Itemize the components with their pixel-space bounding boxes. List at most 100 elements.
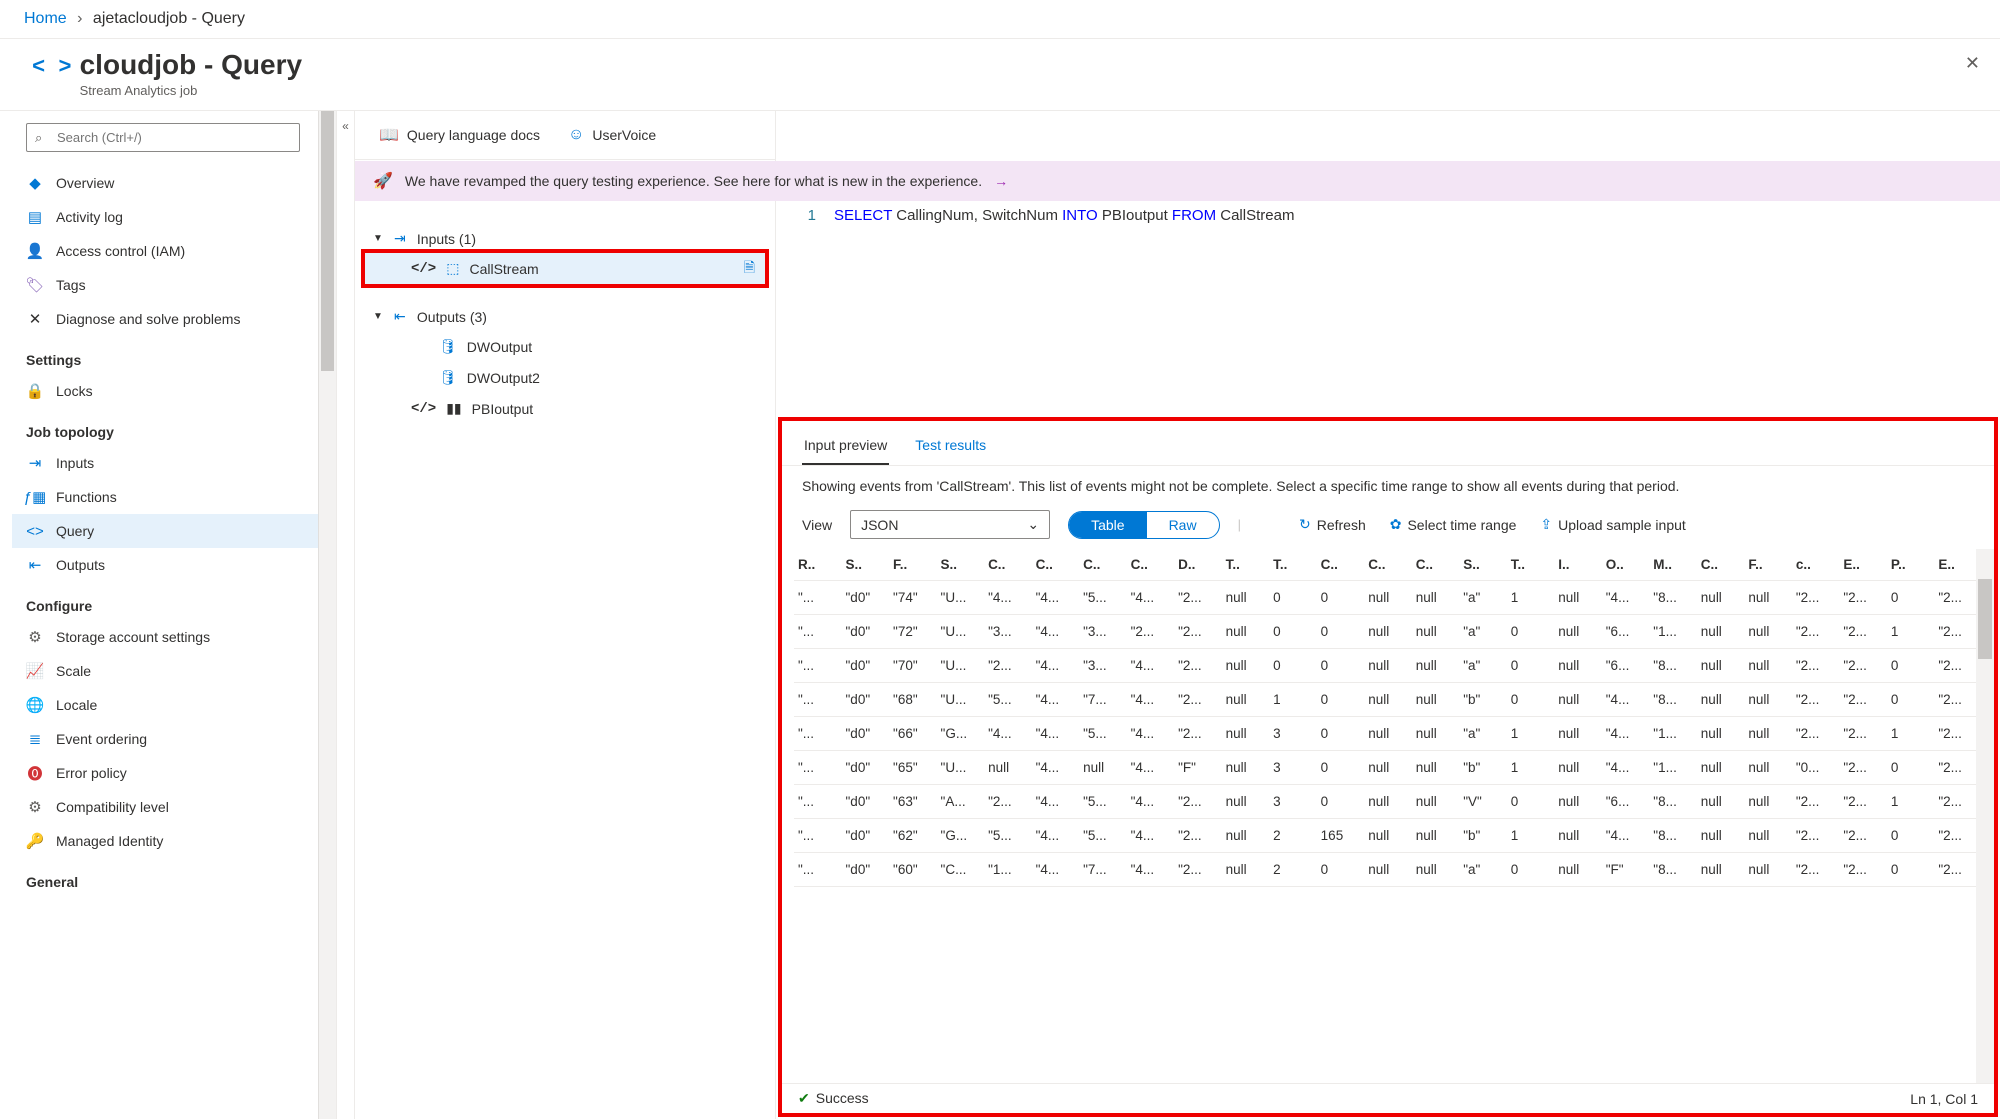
table-header-cell[interactable]: T..	[1507, 549, 1555, 581]
table-cell: "F"	[1602, 853, 1650, 887]
tree-output-dwoutput[interactable]: 🛢DWOutput	[365, 331, 765, 362]
table-header-cell[interactable]: D..	[1174, 549, 1222, 581]
table-header-cell[interactable]: M..	[1649, 549, 1697, 581]
table-header-cell[interactable]: C..	[1697, 549, 1745, 581]
tab-input-preview[interactable]: Input preview	[802, 431, 889, 465]
refresh-button[interactable]: ↻Refresh	[1299, 516, 1366, 533]
table-header-cell[interactable]: C..	[1079, 549, 1127, 581]
table-scrollbar[interactable]	[1976, 549, 1994, 1083]
query-docs-button[interactable]: 📖Query language docs	[379, 125, 540, 145]
table-cell: "2...	[1839, 785, 1887, 819]
table-cell: "6...	[1602, 649, 1650, 683]
table-cell: "a"	[1459, 717, 1507, 751]
table-header-cell[interactable]: P..	[1887, 549, 1935, 581]
table-row[interactable]: "..."d0""72""U..."3..."4..."3..."2..."2.…	[794, 615, 1982, 649]
table-header-cell[interactable]: T..	[1269, 549, 1317, 581]
table-header-cell[interactable]: E..	[1934, 549, 1982, 581]
tree-outputs-group[interactable]: ▼⇤Outputs (3)	[365, 302, 765, 331]
scrollbar-thumb[interactable]	[321, 111, 334, 371]
table-header-cell[interactable]: C..	[1364, 549, 1412, 581]
search-input[interactable]	[26, 123, 300, 152]
table-row[interactable]: "..."d0""70""U..."2..."4..."3..."4..."2.…	[794, 649, 1982, 683]
nav-scale[interactable]: 📈Scale	[12, 654, 318, 688]
table-header-cell[interactable]: I..	[1554, 549, 1602, 581]
table-cell: "d0"	[842, 615, 890, 649]
table-header-cell[interactable]: S..	[1459, 549, 1507, 581]
nav-functions[interactable]: ƒ▦Functions	[12, 480, 318, 514]
nav-scrollbar[interactable]	[318, 111, 336, 1119]
tree-output-pbioutput[interactable]: </>▮▮PBIoutput	[365, 393, 765, 424]
table-row[interactable]: "..."d0""66""G..."4..."4..."5..."4..."2.…	[794, 717, 1982, 751]
table-cell: "3...	[1079, 649, 1127, 683]
segment-table[interactable]: Table	[1069, 512, 1146, 538]
table-header-cell[interactable]: R..	[794, 549, 842, 581]
table-cell: "...	[794, 751, 842, 785]
nav-access-control[interactable]: 👤Access control (IAM)	[12, 234, 318, 268]
table-header-cell[interactable]: C..	[984, 549, 1032, 581]
nav-tags[interactable]: 🏷Tags	[12, 268, 318, 302]
scrollbar-thumb[interactable]	[1978, 579, 1992, 659]
table-row[interactable]: "..."d0""63""A..."2..."4..."5..."4..."2.…	[794, 785, 1982, 819]
tree-inputs-group[interactable]: ▼⇥Inputs (1)	[365, 224, 765, 253]
nav-query[interactable]: <>Query	[12, 514, 318, 548]
table-header-cell[interactable]: C..	[1032, 549, 1080, 581]
table-header-cell[interactable]: O..	[1602, 549, 1650, 581]
tree-input-callstream[interactable]: </> ⬚ CallStream 🗎	[365, 253, 765, 284]
table-cell: 1	[1507, 717, 1555, 751]
query-editor[interactable]: 1 SELECT CallingNum, SwitchNum INTO PBIo…	[776, 197, 2000, 417]
table-cell: null	[1554, 853, 1602, 887]
upload-button[interactable]: ⇪Upload sample input	[1540, 516, 1685, 533]
nav-storage[interactable]: ⚙Storage account settings	[12, 620, 318, 654]
nav-overview[interactable]: ◆Overview	[12, 166, 318, 200]
nav-error[interactable]: ⓿Error policy	[12, 756, 318, 790]
nav-inputs[interactable]: ⇥Inputs	[12, 446, 318, 480]
inputs-group-icon: ⇥	[391, 230, 409, 247]
table-cell: "2...	[1934, 649, 1982, 683]
tab-test-results[interactable]: Test results	[913, 431, 988, 465]
timerange-button[interactable]: ✿Select time range	[1390, 516, 1517, 533]
nav-locale[interactable]: 🌐Locale	[12, 688, 318, 722]
nav-outputs[interactable]: ⇤Outputs	[12, 548, 318, 582]
tree-output-dwoutput2[interactable]: 🛢DWOutput2	[365, 362, 765, 393]
table-header-cell[interactable]: F..	[889, 549, 937, 581]
table-cell: null	[1744, 751, 1792, 785]
table-row[interactable]: "..."d0""74""U..."4..."4..."5..."4..."2.…	[794, 581, 1982, 615]
table-header-cell[interactable]: F..	[1744, 549, 1792, 581]
powerbi-icon: ▮▮	[446, 400, 461, 417]
table-cell: "1...	[1649, 615, 1697, 649]
table-header-cell[interactable]: T..	[1222, 549, 1270, 581]
info-banner[interactable]: 🚀 We have revamped the query testing exp…	[355, 161, 2000, 201]
table-header-cell[interactable]: C..	[1412, 549, 1460, 581]
breadcrumb-home[interactable]: Home	[24, 10, 67, 27]
table-cell: null	[1697, 819, 1745, 853]
table-row[interactable]: "..."d0""68""U..."5..."4..."7..."4..."2.…	[794, 683, 1982, 717]
table-header-cell[interactable]: S..	[937, 549, 985, 581]
nav-activity-log[interactable]: ▤Activity log	[12, 200, 318, 234]
table-row[interactable]: "..."d0""65""U...null"4...null"4..."F"nu…	[794, 751, 1982, 785]
close-icon[interactable]: ✕	[1965, 53, 1980, 74]
table-cell: 0	[1507, 649, 1555, 683]
nav-locks[interactable]: 🔒Locks	[12, 374, 318, 408]
table-header-cell[interactable]: S..	[842, 549, 890, 581]
nav-collapse-button[interactable]: «	[336, 111, 354, 1119]
preview-table: R..S..F..S..C..C..C..C..D..T..T..C..C..C…	[794, 549, 1982, 887]
table-cell: "...	[794, 853, 842, 887]
table-row[interactable]: "..."d0""62""G..."5..."4..."5..."4..."2.…	[794, 819, 1982, 853]
view-dropdown[interactable]: JSON⌄	[850, 510, 1050, 539]
nav-label: Error policy	[56, 765, 127, 781]
nav-ordering[interactable]: ≣Event ordering	[12, 722, 318, 756]
nav-identity[interactable]: 🔑Managed Identity	[12, 824, 318, 858]
segment-raw[interactable]: Raw	[1147, 512, 1219, 538]
table-header-cell[interactable]: c..	[1792, 549, 1840, 581]
nav-diagnose[interactable]: ✕Diagnose and solve problems	[12, 302, 318, 336]
table-header-cell[interactable]: E..	[1839, 549, 1887, 581]
uservoice-button[interactable]: ☺UserVoice	[568, 125, 656, 145]
document-icon[interactable]: 🗎	[744, 257, 755, 281]
table-cell: 1	[1507, 819, 1555, 853]
table-header-cell[interactable]: C..	[1317, 549, 1365, 581]
table-cell: null	[1222, 717, 1270, 751]
table-row[interactable]: "..."d0""60""C..."1..."4..."7..."4..."2.…	[794, 853, 1982, 887]
nav-compat[interactable]: ⚙Compatibility level	[12, 790, 318, 824]
table-header-cell[interactable]: C..	[1127, 549, 1175, 581]
nav-label: Managed Identity	[56, 833, 163, 849]
